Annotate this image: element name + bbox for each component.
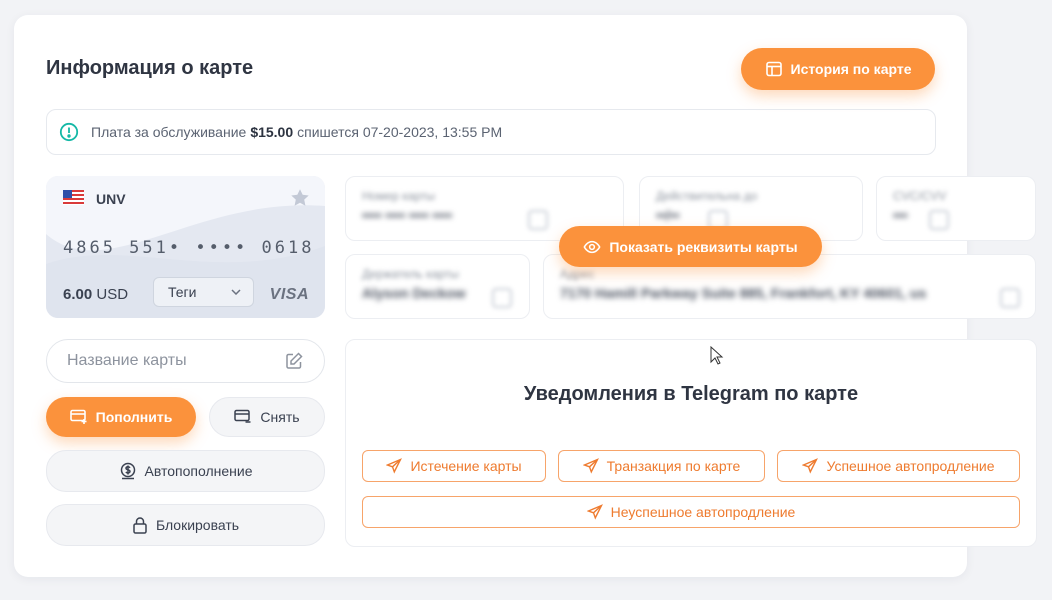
card-name-input[interactable]: Название карты <box>46 339 325 383</box>
mouse-pointer-icon <box>710 346 724 366</box>
address-value: 7170 Hamill Parkway Suite 885, Frankfort… <box>560 285 927 301</box>
service-fee-notice: Плата за обслуживание $15.00 спишется 07… <box>46 109 936 155</box>
send-icon <box>802 458 819 474</box>
auto-topup-button[interactable]: Автопополнение <box>46 450 325 492</box>
card-history-label: История по карте <box>790 61 912 77</box>
block-card-label: Блокировать <box>155 517 240 533</box>
cvv-field-value: ••• <box>893 207 908 223</box>
card-add-icon <box>69 409 88 425</box>
us-flag-icon <box>63 190 84 205</box>
topup-button[interactable]: Пополнить <box>46 397 196 437</box>
card-bank-name: UNV <box>96 191 126 207</box>
card-holder-value: Alyson Deckow <box>362 285 466 301</box>
info-icon <box>59 122 79 142</box>
copy-icon[interactable] <box>1000 288 1020 308</box>
withdraw-button[interactable]: Снять <box>209 397 325 437</box>
tg-card-expiry-button[interactable]: Истечение карты <box>362 450 546 482</box>
tg-card-transaction-label: Транзакция по карте <box>606 458 741 474</box>
tags-label: Теги <box>168 284 197 300</box>
tg-auto-renew-success-label: Успешное автопродление <box>826 458 995 474</box>
auto-topup-label: Автопополнение <box>144 463 253 479</box>
tags-dropdown[interactable]: Теги <box>153 277 254 307</box>
card-number: 4865 551• •••• 0618 <box>63 238 315 258</box>
copy-icon[interactable] <box>492 288 512 308</box>
tg-auto-renew-failed-label: Неуспешное автопродление <box>610 504 796 520</box>
copy-icon[interactable] <box>929 210 949 230</box>
tg-auto-renew-failed-button[interactable]: Неуспешное автопродление <box>362 496 1020 528</box>
telegram-notifications-panel: Уведомления в Telegram по карте Истечени… <box>345 339 1037 547</box>
card-holder-field: Держатель карты Alyson Deckow <box>345 254 530 319</box>
card-history-button[interactable]: История по карте <box>741 48 935 90</box>
tg-card-transaction-button[interactable]: Транзакция по карте <box>558 450 765 482</box>
card-balance-amount: 6.00 <box>63 286 93 303</box>
card-minus-icon <box>234 409 252 425</box>
send-icon <box>586 504 603 520</box>
tg-auto-renew-success-button[interactable]: Успешное автопродление <box>777 450 1020 482</box>
card-brand-logo: VISA <box>269 286 309 303</box>
fee-suffix: спишется 07-20-2023, 13:55 PM <box>297 124 503 140</box>
card-number-field-label: Номер карты <box>362 189 435 203</box>
edit-icon[interactable] <box>284 351 304 371</box>
expiry-field-label: Действительна до <box>656 189 758 203</box>
card-balance: 6.00 USD <box>63 286 128 303</box>
send-icon <box>386 458 403 474</box>
chevron-down-icon <box>231 289 241 295</box>
show-card-details-label: Показать реквизиты карты <box>609 238 798 255</box>
telegram-title: Уведомления в Telegram по карте <box>523 383 859 405</box>
card-holder-label: Держатель карты <box>362 267 459 281</box>
tg-card-expiry-label: Истечение карты <box>410 458 522 474</box>
withdraw-label: Снять <box>260 409 300 425</box>
topup-label: Пополнить <box>95 409 173 425</box>
eye-icon <box>583 238 601 256</box>
lock-icon <box>132 516 148 534</box>
card-name-placeholder: Название карты <box>67 352 187 369</box>
show-card-details-button[interactable]: Показать реквизиты карты <box>559 226 822 267</box>
card-number-field-value: •••• •••• •••• •••• <box>362 207 453 223</box>
table-icon <box>765 60 783 78</box>
bank-card: UNV 4865 551• •••• 0618 6.00 USD Теги VI… <box>46 176 325 318</box>
card-currency: USD <box>96 286 129 303</box>
send-icon <box>582 458 599 474</box>
coin-icon <box>119 462 137 480</box>
fee-amount: $15.00 <box>250 124 294 140</box>
block-card-button[interactable]: Блокировать <box>46 504 325 546</box>
cvv-field: CVC/CVV ••• <box>876 176 1036 241</box>
cvv-field-label: CVC/CVV <box>893 189 947 203</box>
expiry-field-value: ••/•• <box>656 207 680 223</box>
copy-icon[interactable] <box>528 210 548 230</box>
favorite-star-icon[interactable] <box>289 187 311 209</box>
page-title: Информация о карте <box>46 57 254 79</box>
address-label: Адрес <box>560 267 595 281</box>
fee-prefix: Плата за обслуживание <box>91 124 247 140</box>
